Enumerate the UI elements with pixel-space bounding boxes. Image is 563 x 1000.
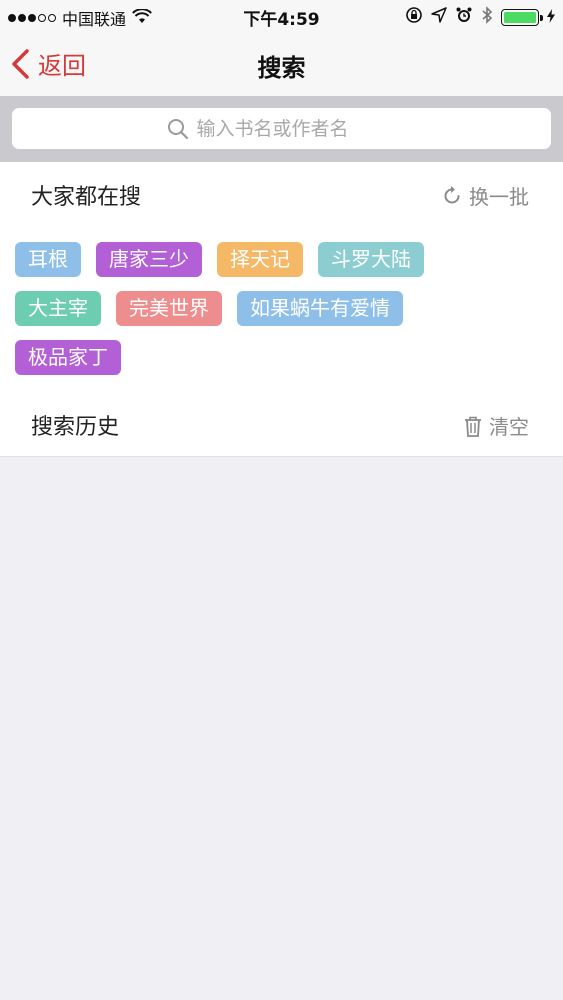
refresh-icon <box>444 185 460 203</box>
hot-tag[interactable]: 完美世界 <box>116 291 222 326</box>
hot-tag[interactable]: 耳根 <box>15 242 81 277</box>
tag-row: 耳根 唐家三少 择天记 斗罗大陆 <box>15 242 555 277</box>
hot-searches-header: 大家都在搜 换一批 <box>0 162 563 222</box>
search-box[interactable] <box>12 108 551 149</box>
trash-icon <box>465 416 481 437</box>
location-icon <box>431 7 447 27</box>
hot-searches-title: 大家都在搜 <box>31 185 142 210</box>
battery-icon <box>501 8 543 26</box>
tag-row: 极品家丁 <box>15 340 555 375</box>
hot-tag[interactable]: 如果蜗牛有爱情 <box>237 291 403 326</box>
hot-tag[interactable]: 极品家丁 <box>15 340 121 375</box>
clear-label: 清空 <box>489 415 529 439</box>
history-title: 搜索历史 <box>31 415 120 440</box>
search-icon <box>167 118 188 139</box>
page-title: 搜索 <box>257 54 306 82</box>
refresh-label: 换一批 <box>469 185 529 209</box>
search-content: 大家都在搜 换一批 耳根 唐家三少 择天记 斗罗大陆 大主宰 完美世界 如果蜗牛… <box>0 162 563 457</box>
search-bar <box>0 96 563 162</box>
hot-tag[interactable]: 唐家三少 <box>96 242 202 277</box>
tag-row: 大主宰 完美世界 如果蜗牛有爱情 <box>15 291 555 326</box>
hot-tag[interactable]: 斗罗大陆 <box>318 242 424 277</box>
navigation-bar: 返回 搜索 <box>0 32 563 96</box>
search-input[interactable] <box>196 117 397 140</box>
hot-tag[interactable]: 择天记 <box>217 242 303 277</box>
refresh-button[interactable]: 换一批 <box>441 181 529 210</box>
hot-tags: 耳根 唐家三少 择天记 斗罗大陆 大主宰 完美世界 如果蜗牛有爱情 极品家丁 <box>15 242 555 389</box>
rotation-lock-icon <box>405 6 423 28</box>
hot-tag[interactable]: 大主宰 <box>15 291 101 326</box>
alarm-icon <box>455 6 473 28</box>
status-right <box>405 6 555 28</box>
status-bar: 中国联通 下午4:59 <box>0 0 563 32</box>
history-header: 搜索历史 清空 <box>0 392 563 452</box>
bluetooth-icon <box>481 6 493 28</box>
charging-icon <box>547 8 555 27</box>
clear-history-button[interactable]: 清空 <box>463 411 529 440</box>
